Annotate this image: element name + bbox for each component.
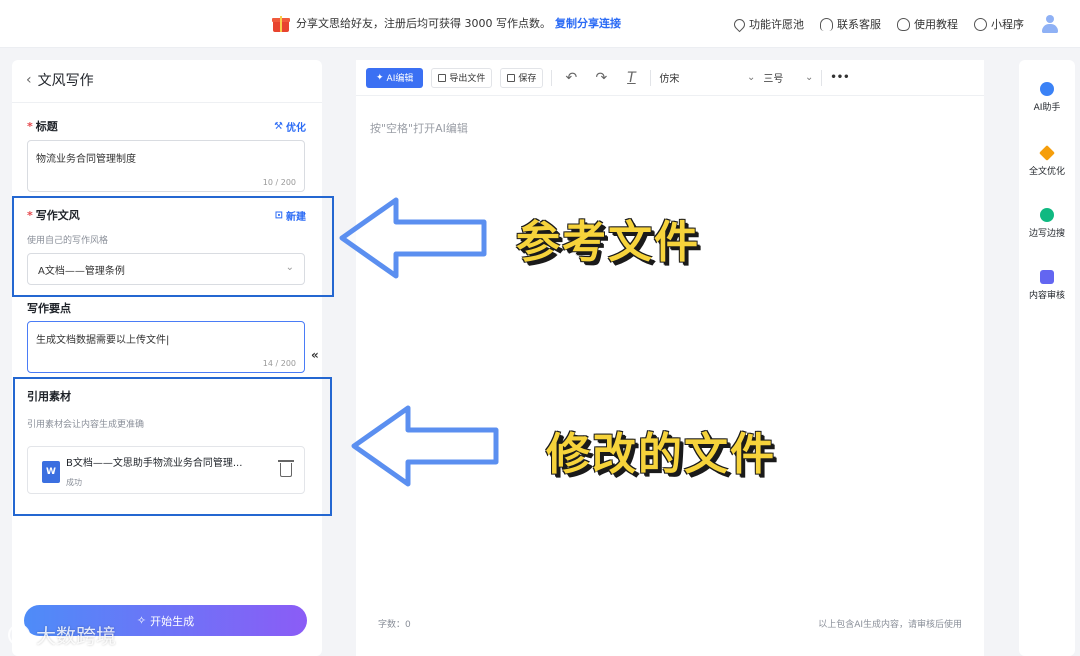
divider (12, 102, 322, 103)
undo-icon[interactable]: ↶ (560, 70, 582, 86)
generate-label: 开始生成 (150, 614, 195, 628)
watermark-logo-icon (8, 623, 30, 646)
nav-label: 联系客服 (837, 18, 881, 31)
promo-text: 分享文思给好友，注册后均可获得 3000 写作点数。 (296, 17, 551, 30)
promo-banner: 分享文思给好友，注册后均可获得 3000 写作点数。 复制分享连接 (272, 14, 621, 32)
heart-icon (731, 16, 748, 32)
editor-toolbar: ✦ AI编辑 导出文件 保存 ↶ ↷ T 仿宋 ⌄ 三号 ⌄ ••• (356, 60, 984, 96)
title-value: 物流业务合同管理制度 (36, 154, 136, 165)
panel-title: 文风写作 (37, 73, 94, 89)
points-value: 生成文档数据需要以上传文件| (36, 335, 170, 346)
top-nav: 功能许愿池 联系客服 使用教程 小程序 (731, 16, 1024, 32)
tool-content-review[interactable]: 内容审核 (1019, 270, 1075, 301)
collapse-panel-button[interactable]: « (311, 348, 319, 362)
headset-icon (820, 17, 833, 31)
tool-ai-assistant[interactable]: AI助手 (1019, 82, 1075, 113)
nav-wishlist[interactable]: 功能许愿池 (731, 16, 804, 32)
sparkle-icon: ✦ (376, 72, 384, 83)
copy-share-link[interactable]: 复制分享连接 (555, 15, 621, 31)
right-sidebar: AI助手 全文优化 边写边搜 内容审核 (1019, 60, 1075, 656)
points-counter: 14 / 200 (262, 359, 296, 368)
word-count: 字数：0 (378, 620, 411, 630)
redo-icon[interactable]: ↷ (590, 70, 612, 86)
magic-wand-icon: ⚒ (274, 121, 283, 132)
bulb-icon (897, 17, 910, 31)
export-icon (438, 73, 447, 82)
tool-search-write[interactable]: 边写边搜 (1019, 208, 1075, 239)
points-input[interactable]: 生成文档数据需要以上传文件| 14 / 200 (27, 321, 305, 373)
search-bubble-icon (1040, 208, 1054, 222)
optimize-button[interactable]: ⚒ 优化 (274, 119, 306, 134)
review-icon (1040, 270, 1054, 284)
points-label: 写作要点 (27, 302, 71, 315)
sparkle-icon (1039, 145, 1055, 161)
left-panel: ‹ 文风写作 * 标题 ⚒ 优化 物流业务合同管理制度 10 / 200 * 写作文风… (12, 60, 322, 656)
highlight-box-reference (12, 196, 334, 297)
back-button[interactable]: ‹ 文风写作 (26, 70, 94, 90)
top-bar: 分享文思给好友，注册后均可获得 3000 写作点数。 复制分享连接 功能许愿池 … (0, 0, 1080, 48)
chevron-down-icon: ⌄ (805, 72, 814, 83)
annotation-reference-file: 参考文件 (516, 217, 700, 268)
ai-notice: 以上包含AI生成内容，请审核后使用 (818, 620, 962, 630)
nav-label: 功能许愿池 (749, 18, 804, 31)
more-icon[interactable]: ••• (830, 72, 849, 83)
save-button[interactable]: 保存 (500, 67, 544, 88)
nav-label: 使用教程 (914, 18, 958, 31)
nav-miniprogram[interactable]: 小程序 (974, 16, 1024, 32)
arrow-icon-modified (351, 405, 499, 487)
ai-edit-button[interactable]: ✦ AI编辑 (366, 67, 424, 88)
editor-placeholder[interactable]: 按"空格"打开AI编辑 (370, 120, 468, 136)
title-label: * 标题 (27, 120, 58, 133)
divider (650, 69, 652, 86)
sparkle-wand-icon: ✧ (136, 614, 147, 627)
tool-full-optimize[interactable]: 全文优化 (1019, 145, 1075, 177)
chevron-left-icon: ‹ (26, 72, 32, 88)
highlight-box-modified (13, 377, 332, 516)
ai-assistant-icon (1040, 82, 1054, 96)
divider (551, 69, 553, 86)
size-select[interactable]: 三号 ⌄ (763, 68, 813, 88)
clear-format-icon[interactable]: T (620, 70, 642, 86)
nav-support[interactable]: 联系客服 (820, 16, 881, 32)
avatar[interactable] (1040, 14, 1060, 34)
nav-label: 小程序 (991, 18, 1024, 31)
chevron-down-icon: ⌄ (747, 72, 756, 83)
watermark-text: 大数跨境 (36, 624, 116, 648)
editor: ✦ AI编辑 导出文件 保存 ↶ ↷ T 仿宋 ⌄ 三号 ⌄ ••• 按"空格"打开A… (356, 60, 984, 656)
title-input[interactable]: 物流业务合同管理制度 10 / 200 (27, 140, 305, 192)
annotation-modified-file: 修改的文件 (546, 429, 776, 480)
divider (821, 69, 823, 86)
gift-icon (272, 14, 290, 32)
save-icon (507, 73, 516, 82)
watermark: 大数跨境 (8, 620, 116, 649)
export-button[interactable]: 导出文件 (431, 67, 493, 88)
nav-tutorial[interactable]: 使用教程 (897, 16, 958, 32)
miniprogram-icon (974, 17, 987, 31)
arrow-icon-reference (339, 197, 487, 279)
title-counter: 10 / 200 (262, 178, 296, 187)
font-select[interactable]: 仿宋 ⌄ (659, 68, 755, 88)
